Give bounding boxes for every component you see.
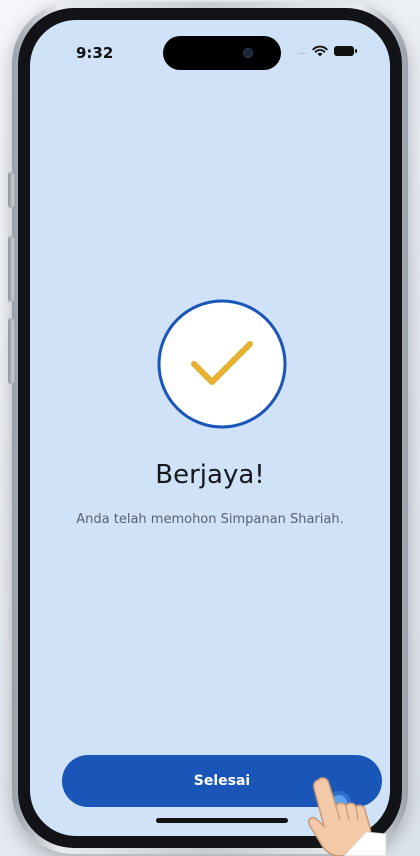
done-button-label: Selesai <box>193 773 251 789</box>
volume-up-button <box>8 236 14 302</box>
success-check-badge <box>157 299 287 429</box>
camera-icon <box>243 48 253 58</box>
cellular-signal-icon: .... <box>297 45 307 57</box>
battery-icon <box>334 46 357 56</box>
status-icons: .... <box>297 45 357 57</box>
volume-down-button <box>8 318 14 384</box>
success-message: Anda telah memohon Simpanan Shariah. <box>76 512 344 527</box>
status-time: 9:32 <box>76 44 114 62</box>
status-bar: 9:32 .... <box>30 20 390 74</box>
success-title: Berjaya! <box>155 460 265 490</box>
dynamic-island <box>163 36 281 70</box>
wifi-icon <box>312 45 328 57</box>
home-indicator[interactable] <box>156 818 288 823</box>
app-screen: 9:32 .... Berjaya! Anda telah memohon Si… <box>30 20 390 836</box>
action-button <box>8 172 14 208</box>
presentation-stage: 9:32 .... Berjaya! Anda telah memohon Si… <box>0 0 420 856</box>
pointing-hand-icon <box>308 777 387 856</box>
